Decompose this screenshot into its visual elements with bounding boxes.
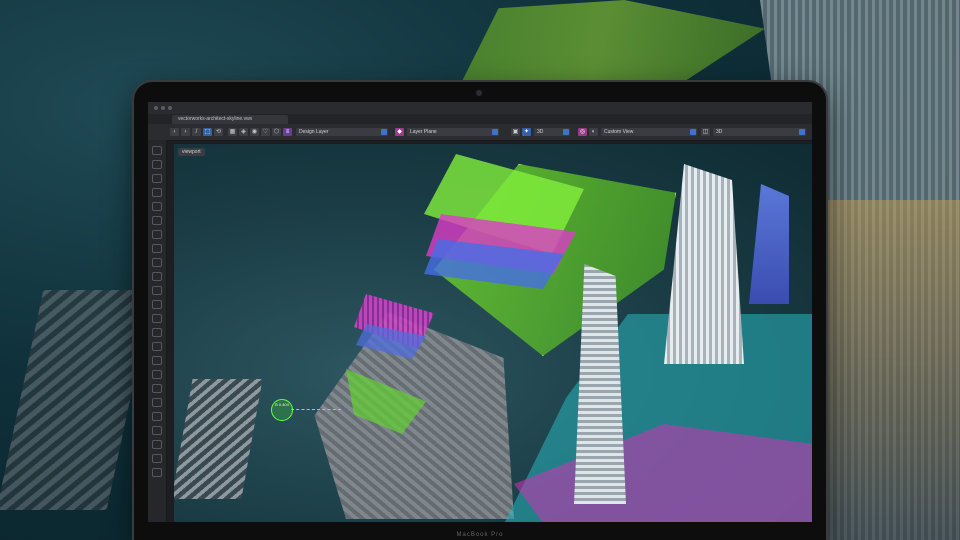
document-tab[interactable]: vectorworks-architect-skyline.vwx xyxy=(172,115,288,124)
pan-tool-icon[interactable] xyxy=(152,160,162,169)
projection-select[interactable]: 3D xyxy=(713,128,806,136)
stair-tool-icon[interactable] xyxy=(152,412,162,421)
chevron-down-icon xyxy=(492,129,498,135)
dimension-tool-icon[interactable] xyxy=(152,216,162,225)
plant-tool-icon[interactable] xyxy=(152,440,162,449)
title-bar xyxy=(148,102,812,114)
tab-bar: vectorworks-architect-skyline.vwx xyxy=(148,114,812,124)
chevron-down-icon xyxy=(799,129,805,135)
line-draw-tool-icon[interactable] xyxy=(152,230,162,239)
minimize-window-button[interactable] xyxy=(161,106,165,110)
view-bar: ‹ › / ⬚ ⟲ ▦ ◈ ◉ ♡ ⬡ ≡ Design Layer ◆ Lay… xyxy=(148,124,812,141)
snap-icon[interactable]: ◈ xyxy=(239,128,248,136)
laptop: vectorworks-architect-skyline.vwx ‹ › / … xyxy=(134,82,826,540)
roof-tool-icon[interactable] xyxy=(152,398,162,407)
door-tool-icon[interactable] xyxy=(152,356,162,365)
projection-value: 3D xyxy=(716,129,723,135)
render-select[interactable]: 3D xyxy=(534,128,570,136)
layer-plane-label: Layer Plane xyxy=(410,129,437,135)
symbol-tool-icon[interactable] xyxy=(152,468,162,477)
zoom-window-button[interactable] xyxy=(168,106,172,110)
projection-icon[interactable]: ◫ xyxy=(701,128,710,136)
eyedropper-tool-icon[interactable] xyxy=(152,328,162,337)
freehand-tool-icon[interactable] xyxy=(152,314,162,323)
eye-icon[interactable]: ◉ xyxy=(250,128,259,136)
location-marker[interactable]: B 0.404 xyxy=(271,399,293,421)
viewport-label: viewport xyxy=(178,148,205,156)
tower-building[interactable] xyxy=(664,164,744,364)
layer-plane-select[interactable]: Layer Plane xyxy=(407,128,499,136)
chevron-down-icon xyxy=(381,129,387,135)
pointer-tool-icon[interactable] xyxy=(152,146,162,155)
rectangle-tool-icon[interactable] xyxy=(152,244,162,253)
view-select[interactable]: Custom View xyxy=(601,128,697,136)
polyline-tool-icon[interactable] xyxy=(152,300,162,309)
chevron-down-icon xyxy=(563,129,569,135)
window-tool-icon[interactable] xyxy=(152,370,162,379)
view-eye-icon[interactable]: ◐ xyxy=(589,128,598,136)
circle-tool-icon[interactable] xyxy=(152,258,162,267)
chevron-down-icon xyxy=(690,129,696,135)
app-window: vectorworks-architect-skyline.vwx ‹ › / … xyxy=(148,102,812,522)
layer-plane-icon[interactable]: ◆ xyxy=(395,128,404,136)
arrow-left-icon[interactable]: ‹ xyxy=(170,128,179,136)
flyover-tool-icon[interactable] xyxy=(152,202,162,211)
heart-icon[interactable]: ♡ xyxy=(261,128,270,136)
slab-tool-icon[interactable] xyxy=(152,384,162,393)
drawing-viewport[interactable]: B 0.404 viewport xyxy=(174,144,812,522)
design-layer-select[interactable]: Design Layer xyxy=(296,128,388,136)
light-icon[interactable]: ✦ xyxy=(522,128,531,136)
background-city xyxy=(810,200,960,540)
site-model-tool-icon[interactable] xyxy=(152,426,162,435)
polygon-tool-icon[interactable] xyxy=(152,286,162,295)
select-tool-icon[interactable]: ⬚ xyxy=(203,128,212,136)
space-tool-icon[interactable] xyxy=(152,454,162,463)
close-window-button[interactable] xyxy=(154,106,158,110)
design-layer-label: Design Layer xyxy=(299,129,329,135)
arc-tool-icon[interactable] xyxy=(152,272,162,281)
pier-model xyxy=(174,379,263,499)
render-mode-icon[interactable]: ▣ xyxy=(511,128,520,136)
render-value: 3D xyxy=(537,129,544,135)
zoom-tool-icon[interactable] xyxy=(152,174,162,183)
arrow-right-icon[interactable]: › xyxy=(181,128,190,136)
wall-tool-icon[interactable] xyxy=(152,342,162,351)
line-tool-icon[interactable]: / xyxy=(192,128,201,136)
flyover-icon[interactable]: ⟲ xyxy=(214,128,223,136)
layer-icon[interactable]: ≡ xyxy=(283,128,292,136)
camera-icon xyxy=(475,89,483,97)
text-tool-icon[interactable] xyxy=(152,188,162,197)
blue-building[interactable] xyxy=(749,184,789,304)
camera-view-icon[interactable]: ◎ xyxy=(578,128,587,136)
view-label: Custom View xyxy=(604,129,634,135)
marker-leader-line xyxy=(291,409,341,410)
grid-icon[interactable]: ▦ xyxy=(228,128,237,136)
tool-palette xyxy=(148,140,167,522)
cube-icon[interactable]: ⬡ xyxy=(272,128,281,136)
device-brand: MacBook Pro xyxy=(456,532,504,538)
